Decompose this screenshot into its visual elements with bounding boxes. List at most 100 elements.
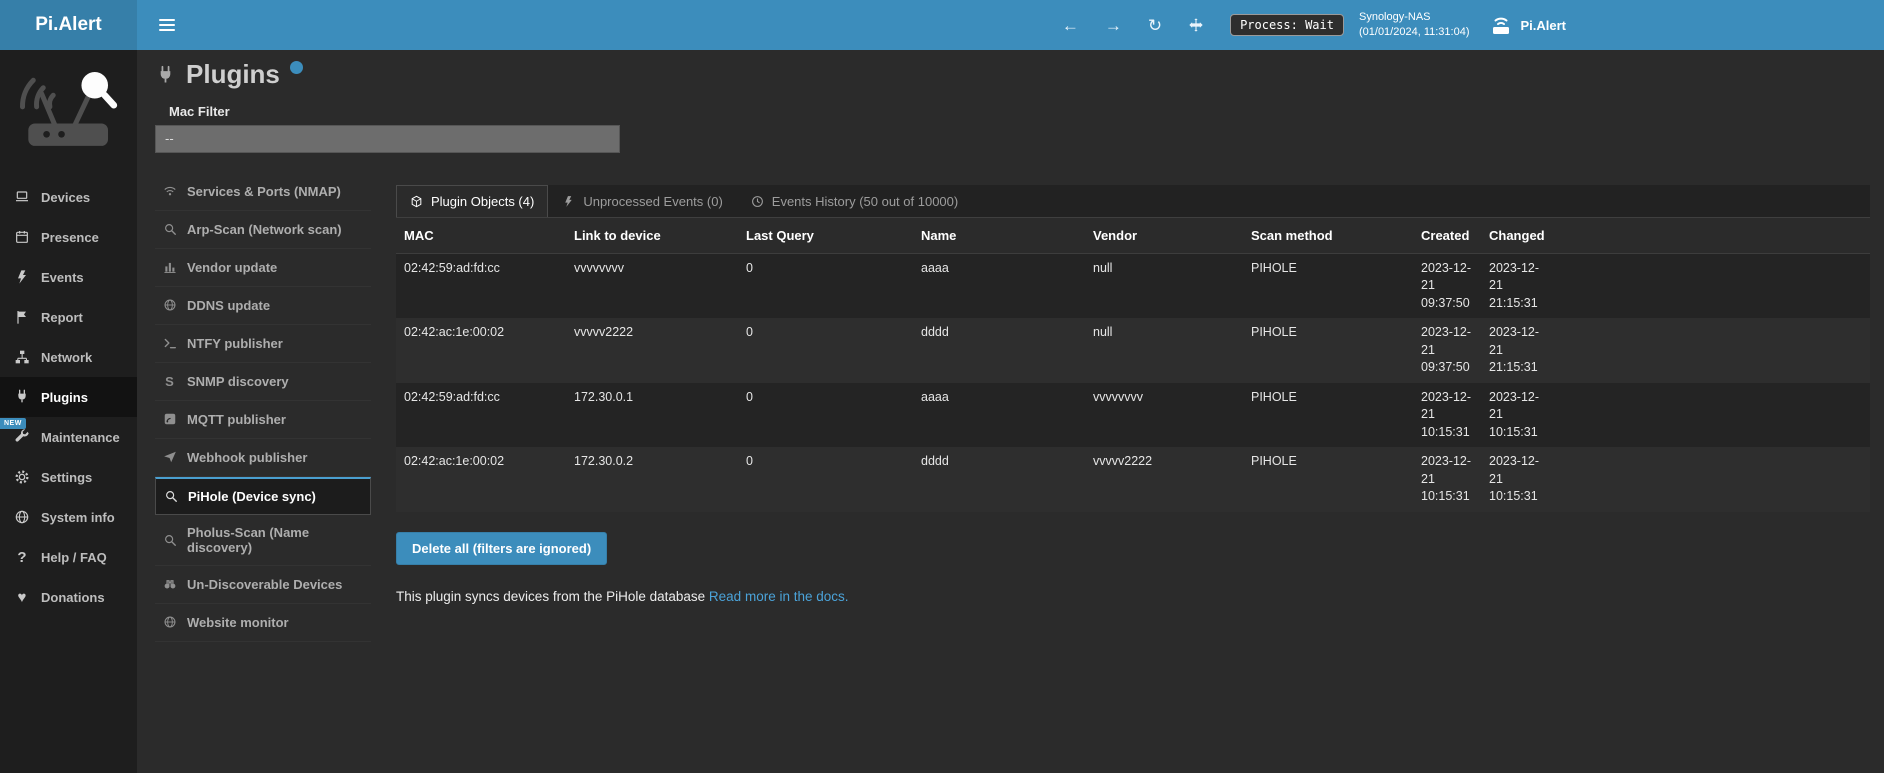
brand-text[interactable]: Pi.Alert [1520,18,1566,33]
back-arrow-icon[interactable]: ← [1062,17,1079,34]
mac-filter-input[interactable] [155,125,620,153]
host-time: (01/01/2024, 11:31:04) [1359,26,1470,38]
col-header-mac: MAC [396,218,566,254]
top-bar: Pi.Alert ← → ↻ Process: Wait Synology-NA… [0,0,1884,50]
refresh-icon[interactable]: ↻ [1148,17,1162,34]
col-header-changed: Changed [1481,218,1549,254]
wrench-icon [13,429,31,445]
sidebar-item-label: Plugins [41,390,88,405]
tab-label: Events History (50 out of 10000) [772,194,958,209]
sidebar-item-label: Presence [41,230,99,245]
plugin-item-snmp-discovery[interactable]: S SNMP discovery [155,363,371,401]
plugin-item-webhook-publisher[interactable]: Webhook publisher [155,439,371,477]
plugin-objects-table: MAC Link to device Last Query Name Vendo… [396,218,1870,512]
calendar-icon [13,229,31,245]
top-bar-main: ← → ↻ Process: Wait Synology-NAS (01/01/… [137,0,1884,50]
plugin-item-pholus-scan[interactable]: Pholus-Scan (Name discovery) [155,515,371,566]
host-name: Synology-NAS [1359,11,1431,23]
bolt-icon [13,269,31,285]
globe-icon [161,615,178,629]
device-link[interactable]: vvvvvvvv [566,253,738,318]
sitemap-icon [13,349,31,365]
plugin-list: Services & Ports (NMAP) Arp-Scan (Networ… [155,173,371,642]
plugin-item-mqtt-publisher[interactable]: MQTT publisher [155,401,371,439]
tab-unprocessed-events[interactable]: Unprocessed Events (0) [548,185,736,217]
sidebar-item-system-info[interactable]: System info [0,497,137,537]
vendor-cell: null [1085,253,1243,318]
plugin-item-ddns-update[interactable]: DDNS update [155,287,371,325]
bolt-icon [562,195,575,208]
help-badge-icon[interactable] [290,61,303,74]
plugin-item-undiscoverable-devices[interactable]: Un-Discoverable Devices [155,566,371,604]
sidebar-item-devices[interactable]: Devices [0,177,137,217]
docs-link[interactable]: Read more in the docs. [709,589,849,604]
tab-label: Unprocessed Events (0) [583,194,722,209]
forward-arrow-icon[interactable]: → [1105,17,1122,34]
tab-plugin-objects[interactable]: Plugin Objects (4) [396,185,548,217]
delete-all-button[interactable]: Delete all (filters are ignored) [396,532,607,565]
col-header-vendor: Vendor [1085,218,1243,254]
plugin-item-services-ports[interactable]: Services & Ports (NMAP) [155,173,371,211]
created-cell: 2023-12-21 09:37:50 [1413,318,1481,383]
top-bar-tools: ← → ↻ Process: Wait Synology-NAS (01/01/… [1036,10,1566,41]
mac-link[interactable]: 02:42:59:ad:fd:cc [396,253,566,318]
sidebar-item-label: Devices [41,190,90,205]
changed-cell: 2023-12-21 10:15:31 [1481,447,1549,512]
snmp-icon: S [161,375,178,388]
laptop-icon [13,189,31,205]
filler-cell [1549,218,1870,254]
sidebar-item-events[interactable]: Events [0,257,137,297]
plugin-item-arp-scan[interactable]: Arp-Scan (Network scan) [155,211,371,249]
sidebar-item-presence[interactable]: Presence [0,217,137,257]
page-title: Plugins [155,60,1870,89]
sidebar-item-plugins[interactable]: Plugins [0,377,137,417]
created-cell: 2023-12-21 10:15:31 [1413,383,1481,448]
sidebar-item-donations[interactable]: ♥ Donations [0,577,137,617]
col-header-name: Name [913,218,1085,254]
sidebar-item-settings[interactable]: Settings [0,457,137,497]
page-title-text: Plugins [186,60,280,89]
hamburger-menu-icon[interactable] [149,11,185,39]
scan-method-cell: PIHOLE [1243,383,1413,448]
sidebar-item-label: Events [41,270,84,285]
tab-bar: Plugin Objects (4) Unprocessed Events (0… [396,185,1870,218]
device-link[interactable]: 172.30.0.1 [566,383,738,448]
mac-link[interactable]: 02:42:ac:1e:00:02 [396,318,566,383]
gear-icon [13,469,31,485]
magnifier-icon [162,489,179,503]
app-logo[interactable]: Pi.Alert [0,0,137,50]
filler-cell [1549,447,1870,512]
filler-cell [1549,383,1870,448]
sidebar-item-help-faq[interactable]: ? Help / FAQ [0,537,137,577]
sidebar-item-label: Report [41,310,83,325]
table-row: 02:42:59:ad:fd:cc vvvvvvvv 0 aaaa null P… [396,253,1870,318]
host-info: Synology-NAS (01/01/2024, 11:31:04) [1359,10,1470,41]
binoculars-icon [161,577,178,591]
device-link[interactable]: 172.30.0.2 [566,447,738,512]
table-header-row: MAC Link to device Last Query Name Vendo… [396,218,1870,254]
sidebar-item-network[interactable]: Network [0,337,137,377]
sidebar-item-report[interactable]: Report [0,297,137,337]
mac-link[interactable]: 02:42:59:ad:fd:cc [396,383,566,448]
heart-icon: ♥ [13,590,31,605]
plugin-item-website-monitor[interactable]: Website monitor [155,604,371,642]
plugin-item-label: PiHole (Device sync) [188,489,316,504]
sidebar-item-maintenance[interactable]: NEW Maintenance [0,417,137,457]
cube-icon [410,195,423,208]
created-cell: 2023-12-21 09:37:50 [1413,253,1481,318]
plugin-item-label: Vendor update [187,260,277,275]
mac-link[interactable]: 02:42:ac:1e:00:02 [396,447,566,512]
filler-cell [1549,253,1870,318]
plugin-item-vendor-update[interactable]: Vendor update [155,249,371,287]
plugin-item-label: SNMP discovery [187,374,289,389]
last-query-cell: 0 [738,383,913,448]
scan-method-cell: PIHOLE [1243,447,1413,512]
tab-events-history[interactable]: Events History (50 out of 10000) [737,185,972,217]
main-content: Plugins Mac Filter Services & Ports (NMA… [137,50,1884,773]
plugin-description-text: This plugin syncs devices from the PiHol… [396,589,705,604]
plugin-item-ntfy-publisher[interactable]: NTFY publisher [155,325,371,363]
device-link[interactable]: vvvvv2222 [566,318,738,383]
move-arrows-icon[interactable] [1188,17,1204,33]
plugin-item-pihole-device-sync[interactable]: PiHole (Device sync) [155,477,371,515]
changed-cell: 2023-12-21 10:15:31 [1481,383,1549,448]
